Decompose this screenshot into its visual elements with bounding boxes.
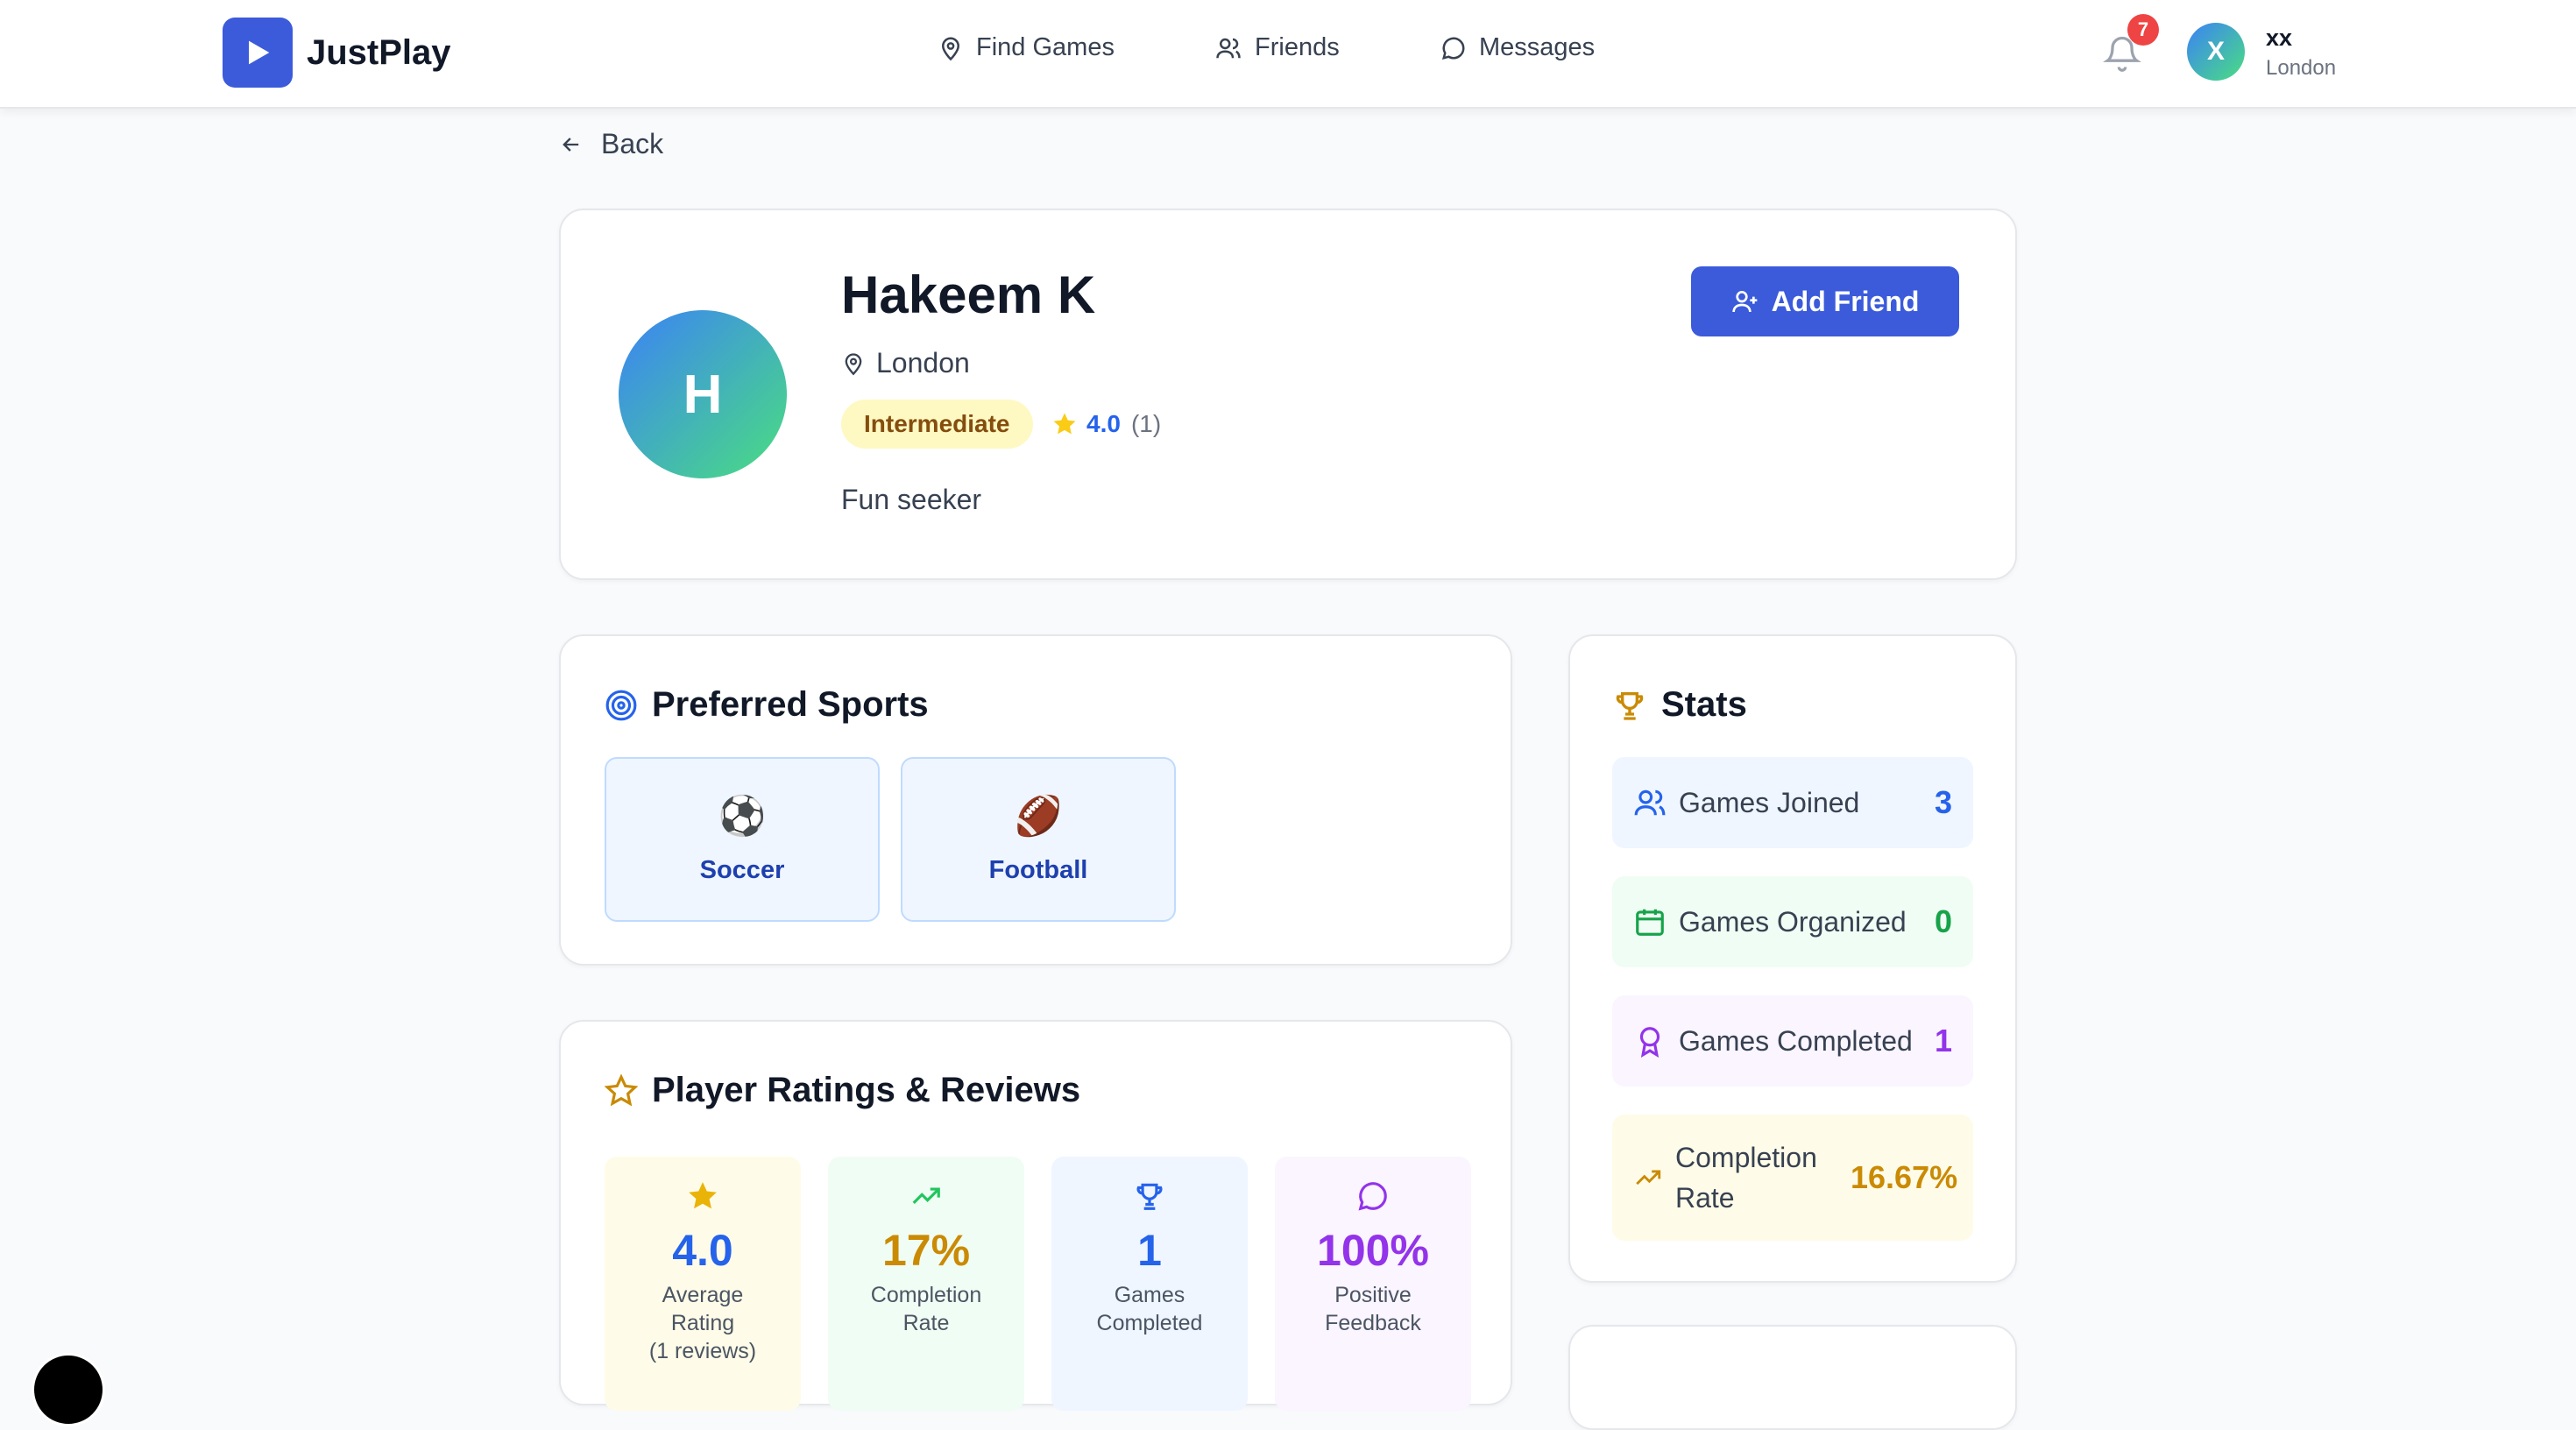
profile-rating: 4.0 (1) xyxy=(1051,410,1161,438)
stat-value: 0 xyxy=(1934,903,1952,939)
preferred-sports-heading: Preferred Sports xyxy=(605,685,929,725)
rating-tile-caption: Average Rating (1 reviews) xyxy=(649,1281,756,1365)
caption-line: Games xyxy=(1114,1283,1185,1307)
arrow-left-icon xyxy=(563,137,579,152)
stat-completion-rate: Completion Rate 16.67% xyxy=(1612,1115,1973,1241)
brand-name: JustPlay xyxy=(307,32,451,72)
preferred-sports-title: Preferred Sports xyxy=(652,685,929,724)
top-navbar: JustPlay Find Games Friends Messages 7 X… xyxy=(0,0,2576,109)
map-pin-icon xyxy=(845,352,862,375)
caption-line: Completion xyxy=(870,1283,982,1307)
user-avatar[interactable]: X xyxy=(2187,23,2245,81)
calendar-icon xyxy=(1636,909,1664,936)
stats-heading: Stats xyxy=(1612,685,1747,725)
caption-line: Average xyxy=(662,1283,744,1307)
rating-tile-value: 1 xyxy=(1137,1226,1162,1275)
users-icon xyxy=(1216,38,1241,58)
ratings-heading: Player Ratings & Reviews xyxy=(605,1071,1080,1110)
trophy-icon xyxy=(1616,691,1644,720)
brand-logo[interactable]: JustPlay xyxy=(223,18,451,88)
trophy-icon xyxy=(1136,1183,1163,1210)
stat-label: Completion Rate xyxy=(1675,1142,1817,1214)
notification-badge: 7 xyxy=(2127,14,2159,46)
target-icon xyxy=(605,690,637,720)
skill-level-badge: Intermediate xyxy=(841,400,1033,449)
nav-find-games-label: Find Games xyxy=(976,33,1115,61)
rating-tile-value: 17% xyxy=(881,1226,971,1275)
preferred-sports-card: Preferred Sports ⚽ Soccer 🏈 Football xyxy=(559,634,1512,966)
rating-count: (1) xyxy=(1130,410,1162,437)
caption-line: Positive xyxy=(1334,1283,1412,1307)
play-icon xyxy=(223,18,293,88)
sport-football[interactable]: 🏈 Football xyxy=(901,757,1176,922)
stat-value: 16.67% xyxy=(1851,1159,1958,1195)
sport-label: Soccer xyxy=(699,855,785,884)
stat-label: Games Completed xyxy=(1679,1024,1913,1057)
rating-tile-feedback: 100% Positive Feedback xyxy=(1275,1157,1471,1411)
trending-up-icon xyxy=(1636,1170,1661,1186)
rating-tile-caption: Completion Rate xyxy=(871,1281,981,1337)
rating-value: 4.0 xyxy=(1086,410,1121,437)
add-friend-label: Add Friend xyxy=(1771,285,1920,317)
users-icon xyxy=(1634,789,1666,816)
profile-location: London xyxy=(841,347,970,379)
caption-line: Rate xyxy=(902,1311,950,1335)
nav-messages-label: Messages xyxy=(1479,33,1596,61)
caption-line: Rating xyxy=(670,1311,735,1335)
message-icon xyxy=(1358,1182,1387,1211)
back-label: Back xyxy=(601,128,664,159)
player-ratings-card: Player Ratings & Reviews 4.0 Average Rat… xyxy=(559,1020,1512,1411)
stat-label: Games Joined xyxy=(1679,786,1860,818)
caption-line: (1 reviews) xyxy=(648,1339,757,1363)
back-button[interactable]: Back xyxy=(559,128,663,160)
profile-bio: Fun seeker xyxy=(841,484,982,515)
caption-line: Feedback xyxy=(1325,1311,1421,1335)
map-pin-icon xyxy=(941,37,960,60)
soccer-ball-icon: ⚽ xyxy=(718,794,767,838)
award-icon xyxy=(1639,1027,1660,1058)
rating-tile-value: 4.0 xyxy=(672,1226,733,1275)
stat-games-completed: Games Completed 1 xyxy=(1612,995,1973,1087)
user-location: London xyxy=(2266,56,2337,80)
stats-card: Stats Games Joined 3 Games Organized 0 G… xyxy=(1568,634,2017,1283)
bolt-badge[interactable] xyxy=(32,1353,105,1426)
rating-tile-caption: Games Completed xyxy=(1097,1281,1203,1337)
nav-messages[interactable]: Messages xyxy=(1440,33,1595,62)
ratings-title: Player Ratings & Reviews xyxy=(652,1071,1081,1109)
nav-friends-label: Friends xyxy=(1255,33,1340,61)
profile-card: H Hakeem K London Intermediate 4.0 (1) F… xyxy=(559,209,2017,580)
user-plus-icon xyxy=(1731,291,1757,313)
caption-line: Completed xyxy=(1096,1311,1203,1335)
trending-up-icon xyxy=(912,1187,940,1205)
sport-soccer[interactable]: ⚽ Soccer xyxy=(605,757,880,922)
nav-friends[interactable]: Friends xyxy=(1214,33,1340,62)
stat-value: 3 xyxy=(1934,784,1952,820)
profile-location-label: London xyxy=(876,347,970,379)
rating-tile-value: 100% xyxy=(1317,1226,1429,1275)
profile-avatar: H xyxy=(619,310,787,478)
stat-games-organized: Games Organized 0 xyxy=(1612,876,1973,967)
user-name[interactable]: xx xyxy=(2266,25,2292,52)
football-icon: 🏈 xyxy=(1014,794,1063,838)
rating-tile-average: 4.0 Average Rating (1 reviews) xyxy=(605,1157,801,1411)
rating-tile-caption: Positive Feedback xyxy=(1325,1281,1421,1337)
nav-find-games[interactable]: Find Games xyxy=(938,33,1115,62)
stat-value: 1 xyxy=(1934,1023,1952,1058)
star-outline-icon xyxy=(605,1073,638,1107)
rating-tile-games-completed: 1 Games Completed xyxy=(1051,1157,1248,1411)
stat-games-joined: Games Joined 3 xyxy=(1612,757,1973,848)
star-icon xyxy=(1053,413,1076,435)
add-friend-button[interactable]: Add Friend xyxy=(1691,266,1959,336)
star-icon xyxy=(689,1182,717,1209)
stat-label: Games Organized xyxy=(1679,905,1907,938)
profile-name: Hakeem K xyxy=(841,265,1096,324)
message-icon xyxy=(1441,37,1465,60)
stats-title: Stats xyxy=(1661,685,1747,724)
rating-tile-completion: 17% Completion Rate xyxy=(828,1157,1024,1411)
secondary-card xyxy=(1568,1325,2017,1430)
sport-label: Football xyxy=(988,855,1088,884)
